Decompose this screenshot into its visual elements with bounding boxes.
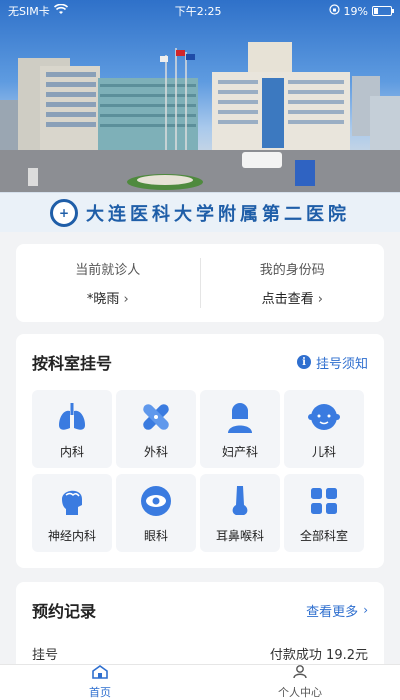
status-bar: 无SIM卡 下午2:25 19%: [0, 0, 400, 22]
status-time: 下午2:25: [174, 5, 222, 18]
nose-icon: [222, 483, 258, 519]
current-patient-label: 当前就诊人: [75, 263, 141, 278]
woman-icon: [222, 399, 258, 435]
view-more-label: 查看更多: [306, 604, 359, 620]
orientation-lock-icon: [328, 4, 340, 18]
chevron-right-icon: ›: [363, 603, 368, 617]
current-patient-selector[interactable]: 当前就诊人 *晓雨 ›: [16, 244, 200, 322]
tab-profile-label: 个人中心: [278, 686, 322, 699]
patient-card: 当前就诊人 *晓雨 › 我的身份码 点击查看 ›: [16, 244, 384, 322]
department-title: 按科室挂号: [32, 354, 113, 373]
user-icon: [291, 665, 309, 682]
dept-ophthalmology[interactable]: 眼科: [116, 474, 196, 552]
dept-internal-medicine[interactable]: 内科: [32, 390, 112, 468]
dept-label: 儿科: [311, 444, 336, 459]
baby-icon: [306, 399, 342, 435]
dept-pediatrics[interactable]: 儿科: [284, 390, 364, 468]
hero-banner: 无SIM卡 下午2:25 19% + 大连医科大学附属第二医院: [0, 0, 400, 232]
home-icon: [91, 665, 109, 682]
dept-ent[interactable]: 耳鼻喉科: [200, 474, 280, 552]
dept-label: 全部科室: [299, 528, 348, 543]
dept-obstetrics-gynecology[interactable]: 妇产科: [200, 390, 280, 468]
tab-profile[interactable]: 个人中心: [200, 665, 400, 700]
bottom-tab-bar: 首页 个人中心: [0, 664, 400, 700]
battery-percent: 19%: [343, 4, 368, 18]
brain-head-icon: [54, 483, 90, 519]
registration-notice-label: 挂号须知: [315, 356, 368, 372]
hospital-photo: [0, 42, 400, 192]
department-grid: 内科 外科 妇产科 儿科 神经内科 眼科 耳鼻喉科 全部科室: [32, 390, 368, 552]
dept-label: 神经内科: [47, 528, 96, 543]
record-row[interactable]: 挂号 付款成功 19.2元: [16, 644, 384, 663]
bandage-icon: [138, 399, 174, 435]
registration-notice-link[interactable]: i 挂号须知: [296, 353, 368, 372]
eye-icon: [138, 483, 174, 519]
hospital-logo: +: [50, 198, 78, 227]
dept-neurology[interactable]: 神经内科: [32, 474, 112, 552]
lungs-icon: [54, 399, 90, 435]
id-code-action: 点击查看: [261, 292, 314, 307]
dept-label: 眼科: [143, 528, 168, 543]
record-status: 付款成功 19.2元: [269, 648, 368, 663]
hospital-name-band: + 大连医科大学附属第二医院: [0, 192, 400, 232]
current-patient-name: *晓雨: [86, 292, 120, 307]
battery-icon: [372, 6, 394, 16]
dept-label: 外科: [143, 444, 168, 459]
grid-icon: [306, 483, 342, 519]
info-icon: i: [296, 355, 311, 369]
record-type: 挂号: [32, 648, 59, 663]
id-code-label: 我的身份码: [259, 263, 325, 278]
hospital-name: 大连医科大学附属第二医院: [86, 203, 350, 225]
records-title: 预约记录: [32, 602, 97, 621]
chevron-right-icon: ›: [123, 292, 129, 307]
dept-label: 内科: [59, 444, 84, 459]
chevron-right-icon: ›: [317, 292, 323, 307]
dept-label: 耳鼻喉科: [215, 528, 264, 543]
tab-home[interactable]: 首页: [0, 665, 200, 700]
wifi-icon: [53, 3, 68, 18]
view-more-link[interactable]: 查看更多 ›: [306, 601, 368, 620]
dept-all-departments[interactable]: 全部科室: [284, 474, 364, 552]
tab-home-label: 首页: [89, 686, 111, 699]
carrier-text: 无SIM卡: [8, 5, 50, 18]
department-card: 按科室挂号 i 挂号须知 内科 外科 妇产科 儿科 神经内科 眼科 耳鼻喉科 全…: [16, 334, 384, 568]
dept-label: 妇产科: [221, 444, 258, 459]
id-code-entry[interactable]: 我的身份码 点击查看 ›: [201, 244, 385, 322]
dept-surgery[interactable]: 外科: [116, 390, 196, 468]
